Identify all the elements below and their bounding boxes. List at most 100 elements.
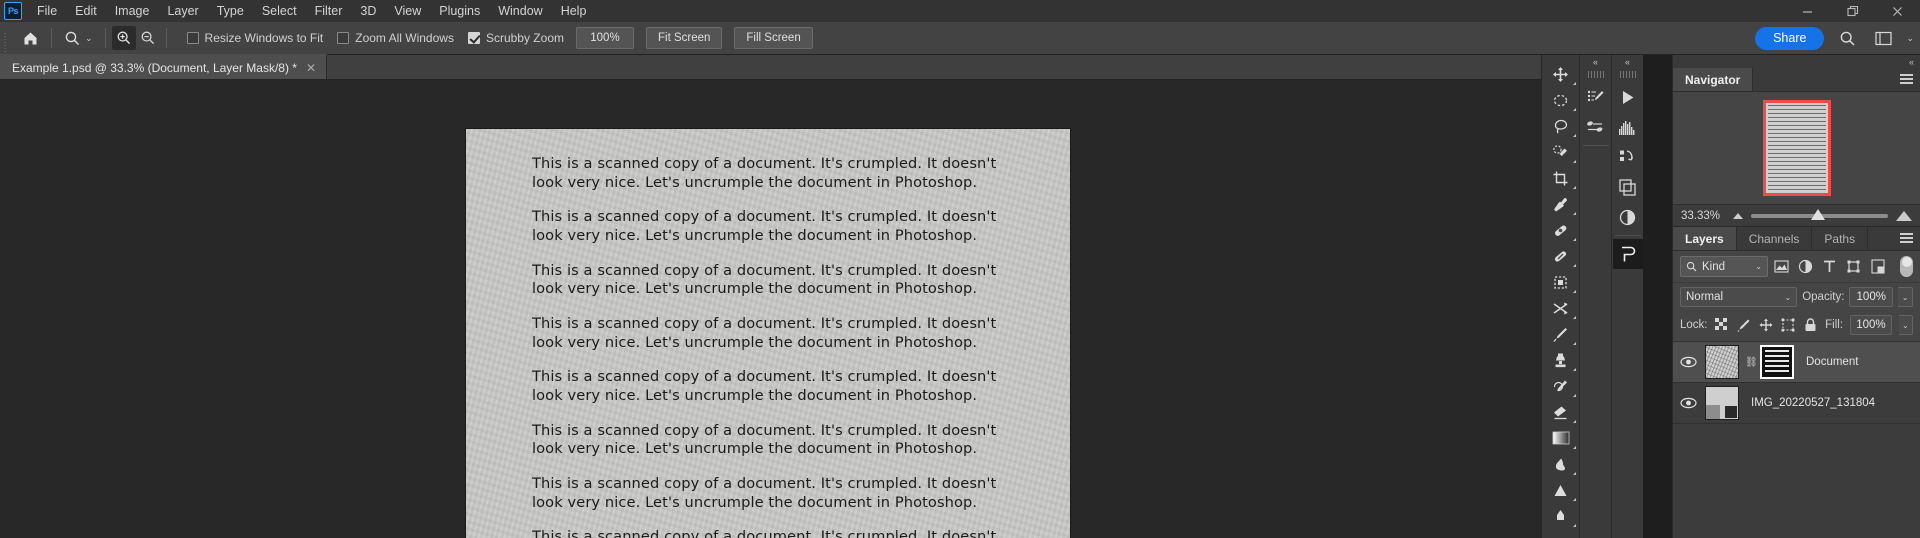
brush-settings-icon[interactable] [1581, 82, 1611, 112]
layer-mask-thumbnail[interactable] [1760, 345, 1794, 379]
table-row[interactable]: ⛓ Document [1673, 342, 1920, 383]
zoom-out-icon[interactable] [136, 26, 160, 50]
spot-healing-brush-tool[interactable] [1544, 217, 1578, 243]
play-icon[interactable] [1613, 82, 1643, 112]
histogram-icon[interactable] [1613, 112, 1643, 142]
canvas-area[interactable]: This is a scanned copy of a document. It… [0, 80, 1541, 538]
move-tool[interactable] [1544, 61, 1578, 87]
tab-paths[interactable]: Paths [1812, 227, 1869, 250]
eye-icon[interactable] [1677, 356, 1699, 368]
zoom-out-triangle-icon[interactable] [1733, 212, 1743, 219]
close-icon[interactable]: ✕ [306, 62, 316, 74]
search-icon[interactable] [1834, 26, 1860, 50]
layer-thumbnail[interactable] [1705, 386, 1739, 420]
filter-type-icon[interactable] [1819, 256, 1840, 277]
chevron-down-icon[interactable]: ⌄ [1906, 33, 1914, 44]
collapse-icon[interactable]: « [1612, 55, 1644, 69]
crop-tool[interactable] [1544, 165, 1578, 191]
menu-layer[interactable]: Layer [158, 1, 207, 21]
smudge-tool[interactable] [1544, 451, 1578, 477]
menu-file[interactable]: File [28, 1, 66, 21]
menu-filter[interactable]: Filter [306, 1, 352, 21]
navigator-zoom-value[interactable]: 33.33% [1681, 210, 1725, 222]
lock-all-icon[interactable] [1803, 317, 1818, 333]
opacity-input[interactable]: 100% [1849, 287, 1894, 307]
panel-menu-icon[interactable] [1900, 233, 1913, 244]
slider-handle[interactable] [1811, 208, 1826, 220]
lock-position-icon[interactable] [1759, 317, 1774, 333]
layer-name[interactable]: Document [1806, 356, 1858, 368]
document-tab[interactable]: Example 1.psd @ 33.3% (Document, Layer M… [0, 54, 328, 79]
lock-image-pixels-icon[interactable] [1737, 317, 1752, 333]
menu-type[interactable]: Type [208, 1, 253, 21]
eyedropper-tool[interactable] [1544, 191, 1578, 217]
eye-icon[interactable] [1677, 397, 1699, 409]
navigator-thumbnail[interactable] [1762, 100, 1831, 196]
menu-view[interactable]: View [385, 1, 430, 21]
filter-pixel-icon[interactable] [1771, 256, 1792, 277]
filter-adjustment-icon[interactable] [1795, 256, 1816, 277]
rail-grip[interactable] [1587, 71, 1604, 78]
dodge-tool[interactable] [1544, 477, 1578, 503]
maximize-button[interactable] [1830, 0, 1875, 22]
workspace-switcher-icon[interactable] [1870, 26, 1896, 50]
menu-image[interactable]: Image [106, 1, 159, 21]
zoom-in-triangle-icon[interactable] [1896, 210, 1912, 221]
fit-screen-button[interactable]: Fit Screen [645, 27, 723, 49]
gradient-tool[interactable] [1544, 425, 1578, 451]
tab-channels[interactable]: Channels [1736, 227, 1813, 250]
quick-selection-tool[interactable] [1544, 139, 1578, 165]
properties-icon[interactable] [1612, 239, 1643, 269]
history-brush-tool[interactable] [1544, 373, 1578, 399]
close-button[interactable] [1875, 0, 1920, 22]
menu-window[interactable]: Window [489, 1, 551, 21]
zoom-100-button[interactable]: 100% [575, 27, 634, 49]
navigator-zoom-slider[interactable] [1751, 208, 1888, 220]
lasso-tool[interactable] [1544, 113, 1578, 139]
opacity-chevron-down-icon[interactable]: ⌄ [1898, 287, 1913, 307]
layer-comps-icon[interactable] [1613, 172, 1643, 202]
menu-select[interactable]: Select [253, 1, 306, 21]
zoom-all-windows-checkbox[interactable]: Zoom All Windows [337, 31, 454, 45]
menu-3d[interactable]: 3D [351, 1, 385, 21]
home-icon[interactable] [15, 26, 45, 50]
shuffle-tool[interactable] [1544, 295, 1578, 321]
rail-grip[interactable] [1619, 71, 1636, 78]
menu-help[interactable]: Help [552, 1, 596, 21]
layer-list[interactable]: ⛓ Document IMG_20220527_131804 [1673, 342, 1920, 538]
lock-transparent-pixels-icon[interactable] [1715, 317, 1730, 333]
eraser-tool[interactable] [1544, 399, 1578, 425]
marquee-tool[interactable] [1544, 87, 1578, 113]
resize-windows-to-fit-checkbox[interactable]: Resize Windows to Fit [186, 31, 323, 45]
options-bar-grip[interactable] [0, 21, 11, 55]
table-row[interactable]: IMG_20220527_131804 [1673, 383, 1920, 424]
brush-tool[interactable] [1544, 321, 1578, 347]
link-icon[interactable]: ⛓ [1745, 357, 1758, 368]
tab-navigator[interactable]: Navigator [1673, 68, 1754, 91]
adjustments-icon[interactable] [1613, 202, 1643, 232]
filter-kind-select[interactable]: Kind ⌄ [1680, 256, 1768, 277]
filter-shape-icon[interactable] [1843, 256, 1864, 277]
lock-artboard-nesting-icon[interactable] [1781, 317, 1796, 333]
minimize-button[interactable] [1785, 0, 1830, 22]
pen-tool[interactable] [1544, 503, 1578, 529]
actions-icon[interactable] [1613, 142, 1643, 172]
menu-plugins[interactable]: Plugins [430, 1, 489, 21]
patch-tool[interactable] [1544, 243, 1578, 269]
menu-edit[interactable]: Edit [66, 1, 106, 21]
navigator-preview[interactable] [1673, 92, 1920, 204]
frame-tool[interactable] [1544, 269, 1578, 295]
layer-name[interactable]: IMG_20220527_131804 [1751, 397, 1875, 409]
collapse-icon[interactable]: « [1909, 57, 1914, 67]
panel-menu-icon[interactable] [1900, 74, 1913, 85]
tool-preset-picker[interactable]: ⌄ [58, 26, 99, 50]
fill-chevron-down-icon[interactable]: ⌄ [1898, 315, 1913, 335]
share-button[interactable]: Share [1755, 26, 1825, 50]
layer-thumbnail[interactable] [1705, 345, 1739, 379]
zoom-in-icon[interactable] [111, 26, 136, 50]
blend-mode-select[interactable]: Normal ⌄ [1680, 287, 1798, 307]
fill-screen-button[interactable]: Fill Screen [734, 27, 813, 49]
scrubby-zoom-checkbox[interactable]: Scrubby Zoom [467, 31, 564, 45]
brush-presets-icon[interactable] [1581, 112, 1611, 142]
filter-toggle[interactable] [1900, 256, 1913, 277]
